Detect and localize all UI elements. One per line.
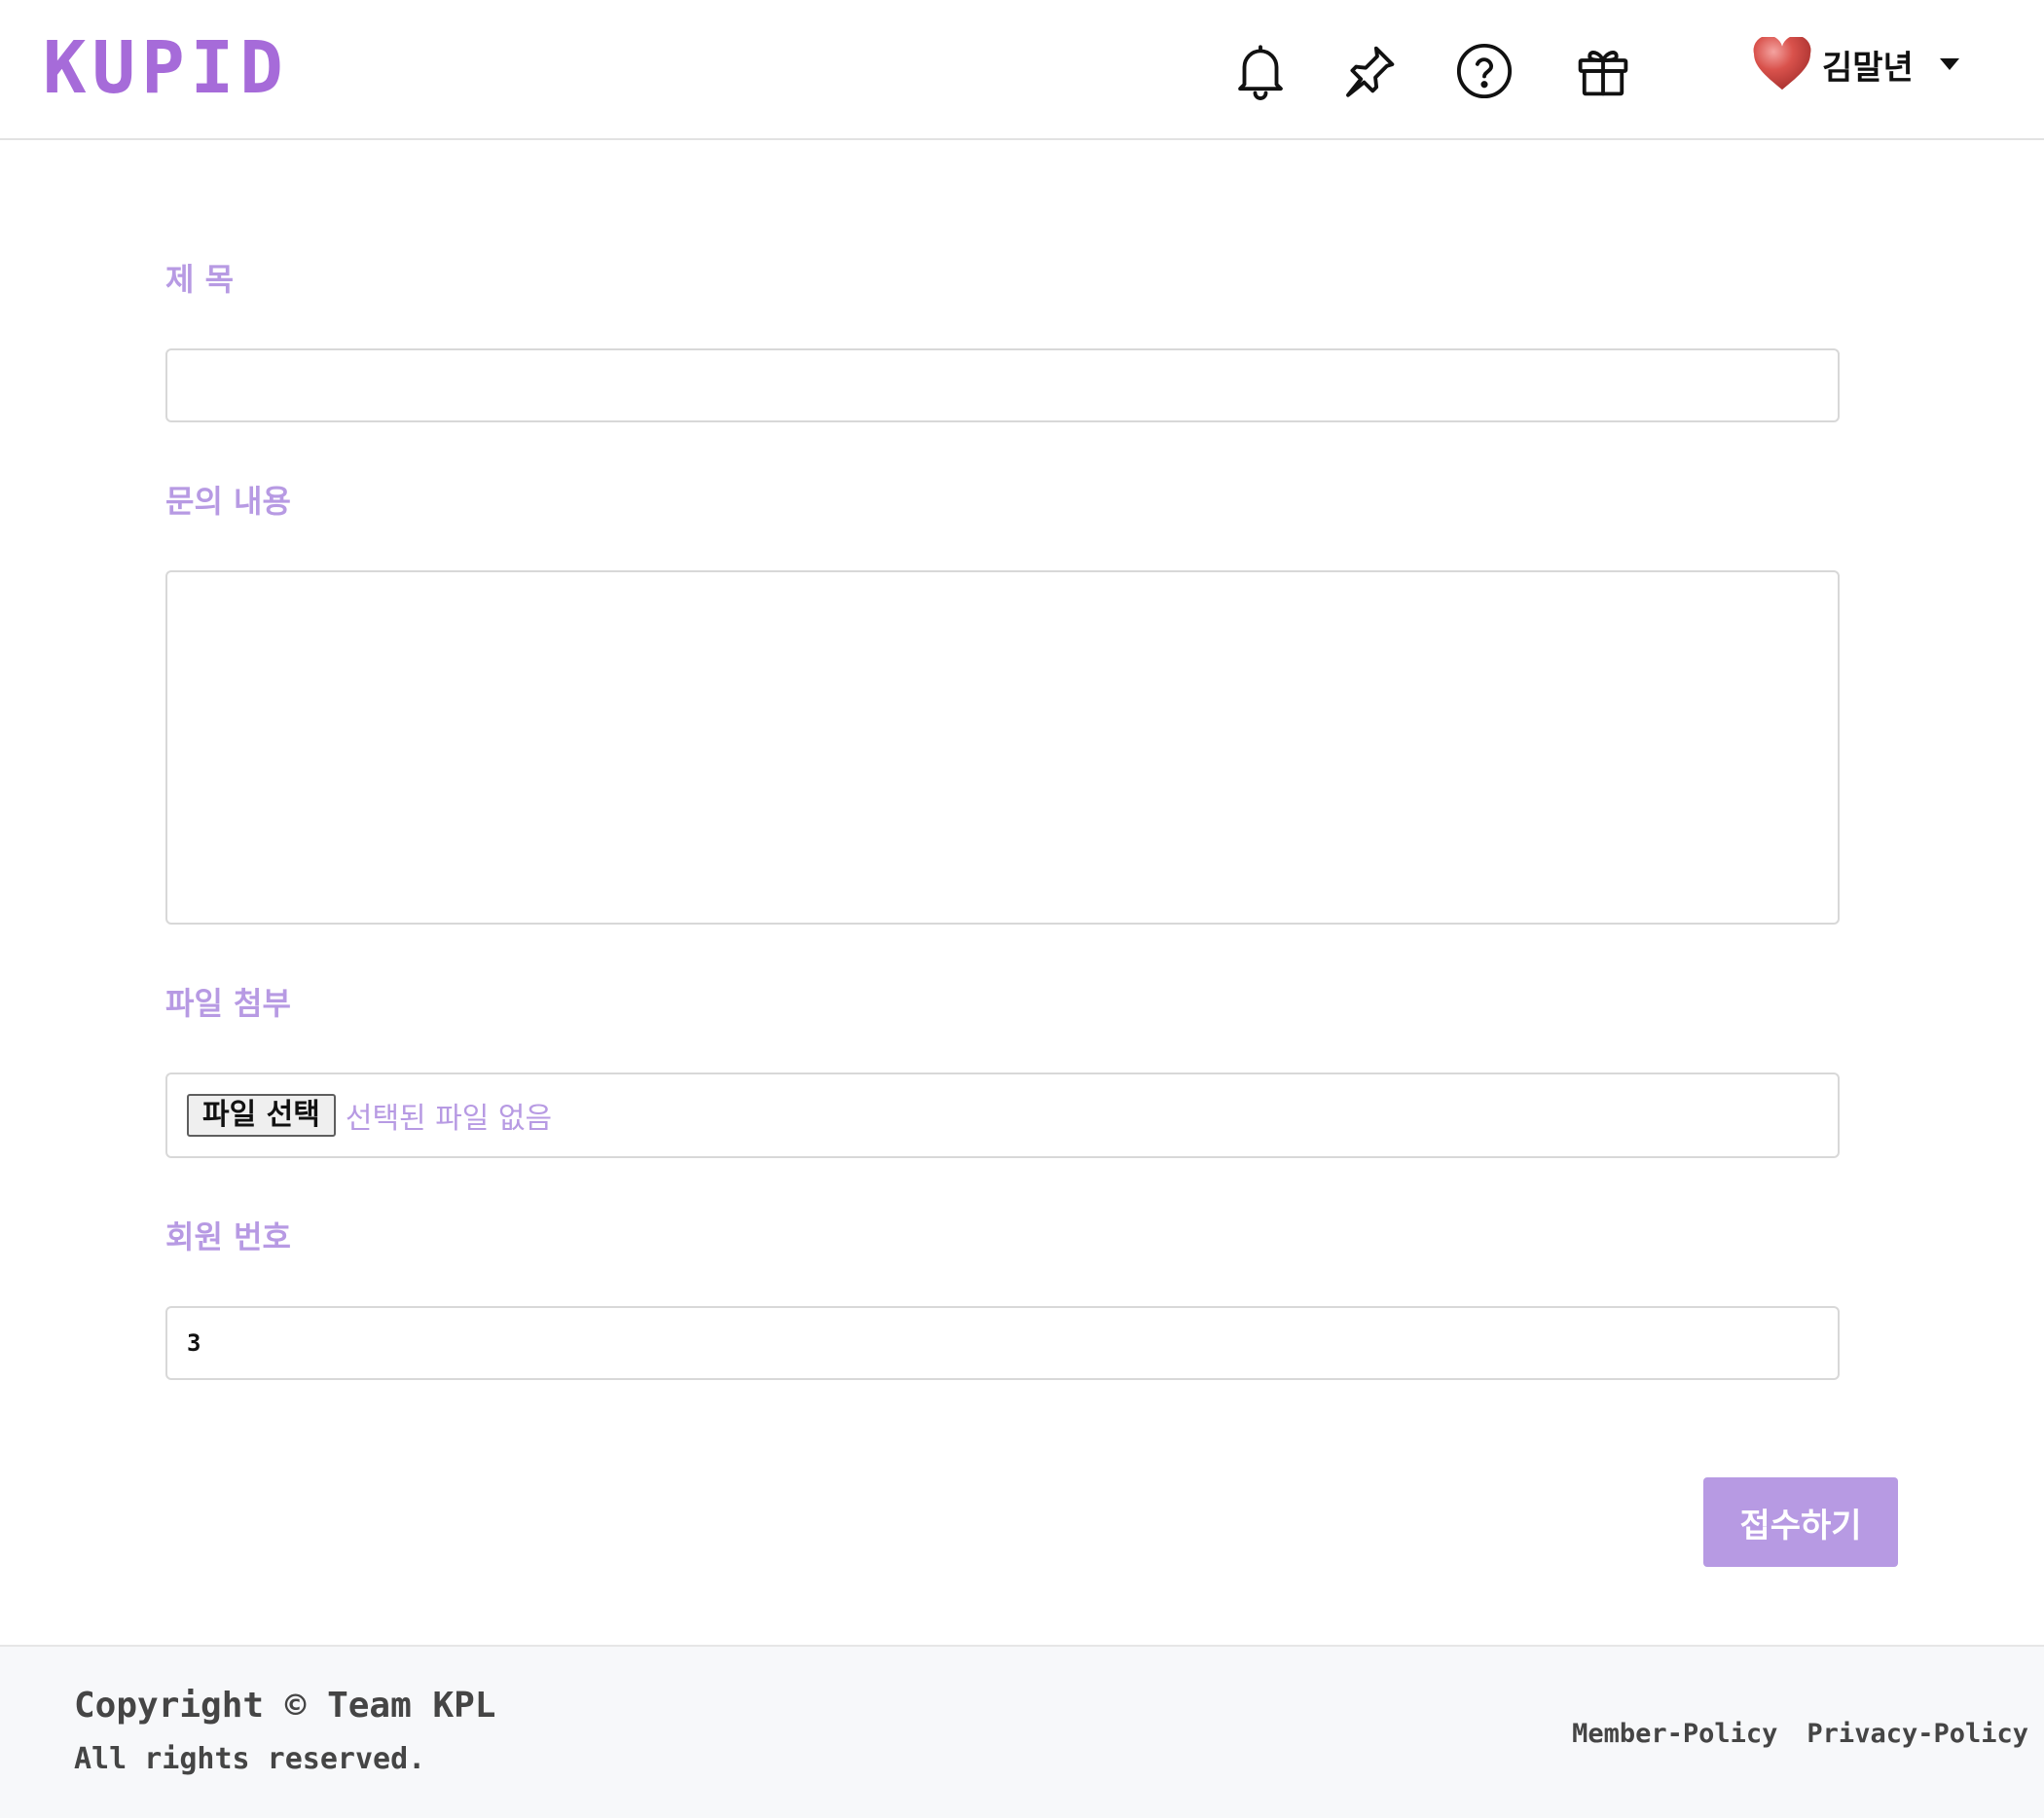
member-policy-link[interactable]: Member-Policy: [1572, 1719, 1777, 1749]
privacy-policy-link[interactable]: Privacy-Policy: [1807, 1719, 2028, 1749]
submit-button[interactable]: 접수하기: [1703, 1477, 1898, 1567]
user-name: 김말년: [1822, 48, 1914, 88]
top-header: KUPID 김말년: [0, 0, 2044, 140]
title-field[interactable]: [165, 348, 1840, 422]
footer-links: Member-Policy Privacy-Policy: [1572, 1719, 2028, 1749]
content-textarea[interactable]: [167, 572, 1838, 923]
title-input[interactable]: [167, 350, 1838, 420]
user-menu[interactable]: 김말년: [1752, 35, 1960, 93]
pin-icon[interactable]: [1337, 39, 1402, 103]
heart-icon: [1753, 37, 1811, 91]
choose-file-button[interactable]: 파일 선택: [187, 1094, 336, 1137]
title-label: 제 목: [165, 261, 235, 298]
attachment-label: 파일 첨부: [165, 985, 291, 1022]
page-footer: Copyright © Team KPL All rights reserved…: [0, 1645, 2044, 1818]
member-number-value: 3: [187, 1329, 201, 1357]
help-circle-icon[interactable]: [1452, 39, 1516, 103]
gift-icon[interactable]: [1571, 39, 1635, 103]
file-status-text: 선택된 파일 없음: [345, 1102, 553, 1136]
bell-icon[interactable]: [1228, 39, 1293, 103]
content-field[interactable]: [165, 570, 1840, 925]
member-number-field[interactable]: 3: [165, 1306, 1840, 1380]
member-number-label: 회원 번호: [165, 1218, 291, 1255]
caret-down-icon: [1939, 58, 1959, 70]
attachment-field: 파일 선택 선택된 파일 없음: [165, 1073, 1840, 1158]
content-label: 문의 내용: [165, 483, 291, 520]
copyright-text: Copyright © Team KPL: [74, 1686, 496, 1726]
rights-text: All rights reserved.: [74, 1742, 426, 1776]
kupid-logo[interactable]: KUPID: [43, 29, 289, 107]
